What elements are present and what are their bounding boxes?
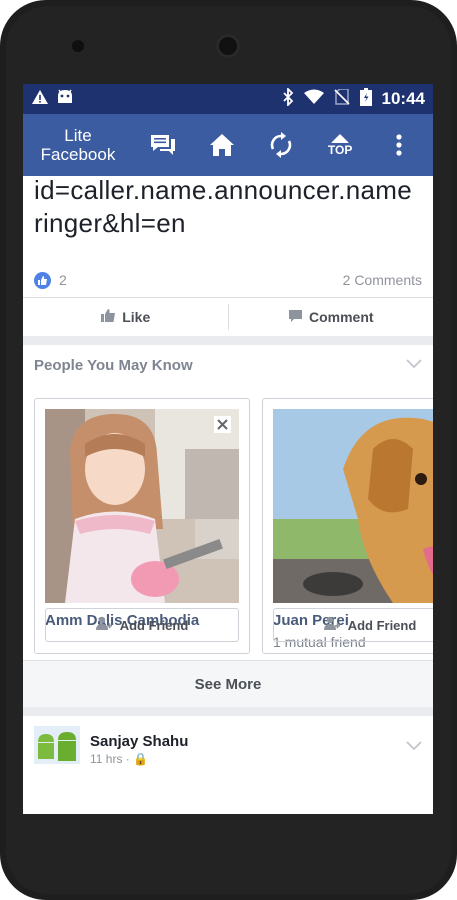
pymk-title: People You May Know [34,356,193,374]
like-label: Like [122,309,151,325]
section-gap [23,336,433,345]
screen: 10:44 Lite Facebook TOP id=caller.name.a… [23,84,433,814]
like-badge-icon [34,271,51,289]
poster-name[interactable]: Sanjay Shahu [90,733,188,750]
person-card: Amm Dalis Cambodia Add Friend [34,398,250,654]
android-icon [55,88,75,111]
section-gap [23,707,433,716]
bluetooth-icon [282,86,294,111]
messages-icon[interactable] [145,127,181,163]
add-friend-icon [95,616,112,634]
post-actions: Like Comment [23,297,433,336]
front-camera [216,34,240,58]
person-photo[interactable] [45,409,239,603]
reactions-row: 2 2 Comments [23,263,433,297]
add-friend-label: Add Friend [347,617,417,633]
comment-icon [288,309,303,326]
post-meta: 11 hrs · 🔒 [90,752,149,766]
app-title-line1: Lite [64,126,92,145]
app-title[interactable]: Lite Facebook [23,126,133,164]
sensor [72,40,84,52]
pymk-cards[interactable]: Amm Dalis Cambodia Add Friend Juan Perei… [34,398,433,654]
people-you-may-know: People You May Know Amm Dalis Cambodia A… [23,345,433,707]
warning-icon [31,89,49,110]
wifi-icon [303,89,324,110]
person-card: Juan Perei 1 mutual friend Add Friend [262,398,433,654]
status-bar: 10:44 [23,84,433,114]
chevron-down-icon[interactable] [406,356,422,374]
comment-label: Comment [308,309,374,325]
like-count[interactable]: 2 [59,272,67,288]
post-text-line2: ringer&hl=en [34,208,186,238]
chevron-down-icon[interactable] [406,738,422,756]
add-friend-button[interactable]: Add Friend [45,608,239,642]
add-friend-icon [323,616,340,634]
top-icon[interactable]: TOP [322,127,358,163]
thumbs-up-icon [100,308,116,326]
person-photo[interactable] [273,409,433,603]
pymk-header: People You May Know [23,345,433,385]
app-top-bar: Lite Facebook TOP [23,114,433,176]
close-icon[interactable] [214,416,231,433]
phone-frame: 10:44 Lite Facebook TOP id=caller.name.a… [0,0,457,900]
add-friend-label: Add Friend [119,617,189,633]
feed-post: Sanjay Shahu 11 hrs · 🔒 [23,716,433,796]
see-more-button[interactable]: See More [23,660,433,707]
status-time: 10:44 [381,89,425,108]
battery-icon [359,87,372,111]
like-button[interactable]: Like [23,298,228,336]
comment-button[interactable]: Comment [229,298,434,336]
add-friend-button[interactable]: Add Friend [273,608,433,642]
post-text-line1: id=caller.name.announcer.name [34,175,413,205]
top-label: TOP [327,142,353,157]
comments-count[interactable]: 2 Comments [343,272,422,288]
post-text: id=caller.name.announcer.name ringer&hl=… [23,174,433,240]
refresh-icon[interactable] [263,127,299,163]
app-title-line2: Facebook [40,145,116,164]
home-icon[interactable] [204,127,240,163]
avatar[interactable] [34,726,80,764]
overflow-menu-icon[interactable] [381,127,417,163]
no-sim-icon [333,87,350,110]
